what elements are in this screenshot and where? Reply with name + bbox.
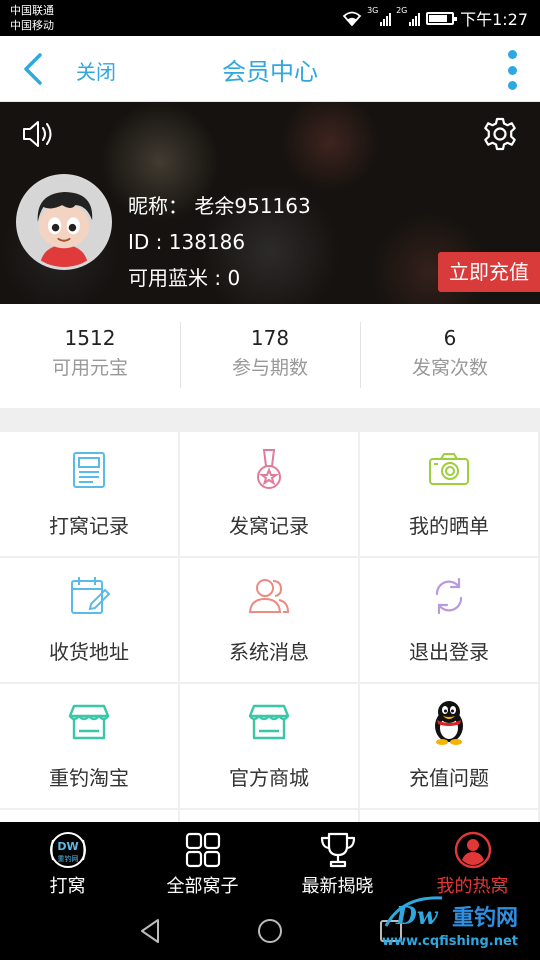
- menu-item-post-records[interactable]: 发窝记录: [180, 432, 358, 556]
- menu-item-label: 打窝记录: [49, 514, 129, 538]
- calendar-edit-icon: [71, 577, 111, 614]
- stat-ingots[interactable]: 1512 可用元宝: [0, 304, 180, 408]
- menu-item-shipping-address[interactable]: 收货地址: [0, 558, 178, 682]
- user-circle-icon: [454, 831, 491, 869]
- menu-item-label: 收货地址: [49, 640, 129, 664]
- trophy-icon: [320, 832, 355, 868]
- camera-icon: [429, 453, 469, 485]
- menu-item-logout[interactable]: 退出登录: [360, 558, 538, 682]
- menu-item-label: 发窝记录: [229, 514, 309, 538]
- menu-item-partial: [180, 810, 358, 822]
- menu-item-label: 系统消息: [229, 640, 309, 664]
- profile-banner: 昵称： 老余951163 ID : 138186 可用蓝米 : 0 立即充值: [0, 102, 540, 304]
- grid-icon: [185, 832, 220, 868]
- shop-icon: [248, 704, 290, 740]
- stat-value: 178: [250, 326, 290, 350]
- stat-posts[interactable]: 6 发窝次数: [360, 304, 540, 408]
- status-bar: 中国联通 中国移动 3G 2G 下午1:27: [0, 0, 540, 36]
- nickname-row: 昵称： 老余951163: [128, 188, 311, 224]
- menu-item-taobao-store[interactable]: 重钓淘宝: [0, 684, 178, 808]
- battery-icon: [426, 11, 458, 25]
- menu-grid: 打窝记录 发窝记录 我的晒单 收货地址 系统消息 退出登录 重钓淘宝 官方商城 …: [0, 432, 540, 822]
- carrier-labels: 中国联通 中国移动: [10, 3, 54, 33]
- network-type-1: 3G: [367, 6, 379, 15]
- menu-item-official-store[interactable]: 官方商城: [180, 684, 358, 808]
- speaker-icon[interactable]: [20, 116, 56, 152]
- nav-label: 全部窝子: [166, 876, 239, 897]
- menu-item-label: 我的晒单: [409, 514, 489, 538]
- menu-item-my-shows[interactable]: 我的晒单: [360, 432, 538, 556]
- nav-tab-my-spots[interactable]: 我的热窝: [405, 822, 540, 900]
- system-back-icon[interactable]: [136, 916, 166, 946]
- cartoon-face-icon: [19, 177, 109, 267]
- dw-logo-icon: DW 重钓网: [49, 832, 86, 868]
- stat-label: 发窝次数: [411, 357, 488, 379]
- svg-text:重钓网: 重钓网: [57, 854, 78, 863]
- watermark-title: 重钓网: [452, 906, 519, 931]
- signal-icon-2: 2G: [396, 6, 421, 26]
- network-type-2: 2G: [396, 6, 408, 15]
- stat-value: 6: [443, 326, 457, 350]
- app-header: 关闭 会员中心: [0, 36, 540, 102]
- section-divider: [0, 408, 540, 432]
- signal-icon-1: 3G: [367, 6, 392, 26]
- more-menu-icon[interactable]: [506, 50, 518, 90]
- carrier-1: 中国联通: [10, 4, 54, 17]
- gear-icon[interactable]: [482, 116, 518, 152]
- refresh-icon: [435, 577, 463, 615]
- profile-info: 昵称： 老余951163 ID : 138186 可用蓝米 : 0: [128, 188, 311, 296]
- nav-label: 打窝: [49, 876, 86, 897]
- shop-icon: [68, 704, 110, 740]
- stat-periods[interactable]: 178 参与期数: [180, 304, 360, 408]
- menu-item-system-messages[interactable]: 系统消息: [180, 558, 358, 682]
- carrier-2: 中国移动: [10, 19, 54, 32]
- avatar[interactable]: [16, 174, 112, 270]
- bottom-nav: DW 重钓网 打窝 全部窝子 最新揭晓 我的热窝: [0, 822, 540, 900]
- user-id: ID : 138186: [128, 230, 246, 254]
- menu-item-recharge-help[interactable]: 充值问题: [360, 684, 538, 808]
- menu-item-bait-records[interactable]: 打窝记录: [0, 432, 178, 556]
- stat-label: 参与期数: [231, 357, 308, 379]
- menu-item-partial: [360, 810, 538, 822]
- site-watermark: Dw 重钓网 www.cqfishing.net: [382, 890, 532, 956]
- medal-icon: [257, 449, 281, 489]
- watermark-url: www.cqfishing.net: [382, 934, 519, 949]
- svg-text:Dw: Dw: [395, 901, 439, 930]
- nav-tab-latest-results[interactable]: 最新揭晓: [270, 822, 405, 900]
- menu-item-label: 充值问题: [409, 766, 489, 790]
- status-icons: 3G 2G 下午1:27: [342, 6, 528, 30]
- users-icon: [248, 579, 290, 613]
- recharge-button[interactable]: 立即充值: [438, 252, 540, 292]
- nickname-value: 老余951163: [194, 194, 311, 218]
- blue-rice-balance: 可用蓝米 : 0: [128, 266, 241, 290]
- svg-text:DW: DW: [57, 840, 78, 853]
- menu-item-partial: [0, 810, 178, 822]
- stats-row: 1512 可用元宝 178 参与期数 6 发窝次数: [0, 304, 540, 408]
- stat-value: 1512: [64, 326, 116, 350]
- menu-item-label: 重钓淘宝: [49, 766, 129, 790]
- nickname-label: 昵称：: [128, 194, 188, 218]
- wifi-icon: [342, 11, 362, 26]
- nav-tab-all-spots[interactable]: 全部窝子: [135, 822, 270, 900]
- nav-tab-bait[interactable]: DW 重钓网 打窝: [0, 822, 135, 900]
- page-title: 会员中心: [222, 58, 318, 86]
- menu-item-label: 官方商城: [229, 766, 309, 790]
- system-home-icon[interactable]: [255, 916, 285, 946]
- clock: 下午1:27: [460, 10, 528, 29]
- stat-label: 可用元宝: [51, 357, 128, 379]
- menu-item-label: 退出登录: [409, 640, 489, 664]
- document-icon: [73, 452, 105, 488]
- qq-penguin-icon: [435, 701, 463, 745]
- dw-watermark-logo-icon: Dw: [384, 896, 443, 930]
